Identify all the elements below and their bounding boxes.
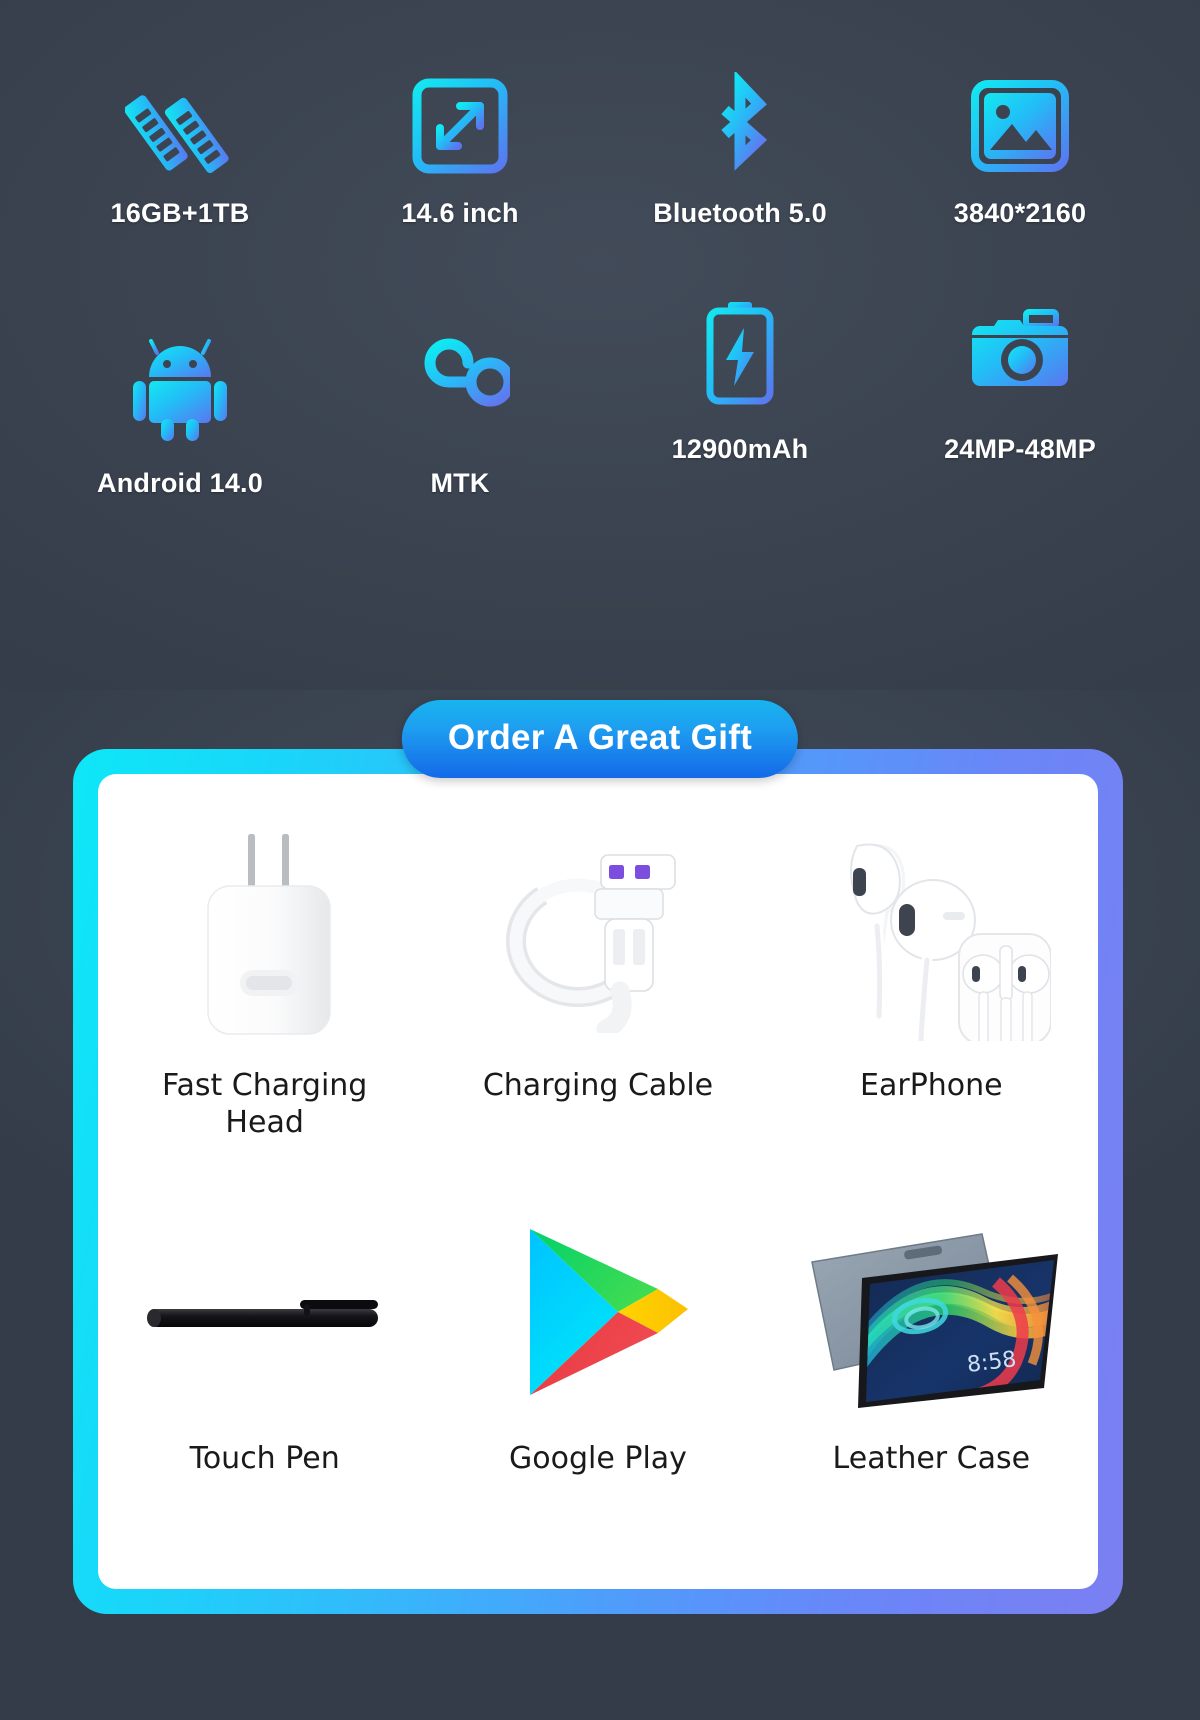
spec-label-storage: 16GB+1TB — [110, 198, 250, 228]
camera-icon — [966, 296, 1074, 408]
spec-label-os: Android 14.0 — [97, 468, 263, 498]
gift-label-google-play: Google Play — [509, 1441, 687, 1476]
gift-badge: Order A Great Gift — [401, 700, 799, 778]
spec-item-chipset: MTK — [320, 330, 600, 499]
spec-label-battery: 12900mAh — [671, 434, 809, 464]
stylus-pen-art — [98, 1204, 431, 1419]
screen-size-icon — [410, 70, 510, 182]
gift-label-charger: Fast Charging Head — [162, 1068, 367, 1141]
spec-row-2: Android 14.0 MTK 12900mAh 24MP-48MP — [40, 302, 1160, 499]
ram-memory-icon — [125, 70, 235, 182]
gift-label-cable: Charging Cable — [482, 1068, 714, 1103]
gift-row-2: Touch Pen Google Play 8:58 Leather Case — [98, 1204, 1098, 1478]
usb-cable-art — [431, 808, 764, 1058]
specifications-panel: 16GB+1TB 14.6 inch Bluetooth 5.0 3840*21… — [0, 0, 1200, 690]
charger-head-art — [98, 808, 431, 1058]
image-resolution-icon — [970, 70, 1070, 182]
earphone-art — [765, 808, 1098, 1058]
gift-row-1: Fast Charging Head Charging Cable EarPho… — [98, 808, 1098, 1141]
gift-card: Fast Charging Head Charging Cable EarPho… — [98, 774, 1098, 1589]
spec-label-bluetooth: Bluetooth 5.0 — [653, 198, 827, 228]
spec-label-camera: 24MP-48MP — [944, 434, 1096, 464]
gift-item-google-play: Google Play — [431, 1204, 764, 1478]
gift-item-charger: Fast Charging Head — [98, 808, 431, 1141]
spec-label-resolution: 3840*2160 — [953, 198, 1087, 228]
bluetooth-icon — [701, 70, 779, 182]
gift-item-stylus: Touch Pen — [98, 1204, 431, 1478]
gift-label-stylus: Touch Pen — [189, 1441, 340, 1476]
spec-item-resolution: 3840*2160 — [880, 70, 1160, 229]
google-play-art — [431, 1204, 764, 1419]
spec-label-chipset: MTK — [430, 468, 490, 498]
spec-item-camera: 24MP-48MP — [880, 309, 1160, 499]
mtk-chipset-icon — [410, 330, 510, 442]
gift-label-line1: Fast Charging — [161, 1068, 368, 1103]
gift-label-earphone: EarPhone — [860, 1068, 1003, 1103]
gift-card-border: Fast Charging Head Charging Cable EarPho… — [73, 749, 1123, 1614]
spec-row-1: 16GB+1TB 14.6 inch Bluetooth 5.0 3840*21… — [40, 70, 1160, 229]
gift-label-leather-case: Leather Case — [832, 1441, 1031, 1476]
spec-item-screen-size: 14.6 inch — [320, 70, 600, 229]
gift-section: Order A Great Gift Fast Charging Head Ch… — [0, 690, 1200, 1720]
gift-item-earphone: EarPhone — [765, 808, 1098, 1141]
spec-item-storage: 16GB+1TB — [40, 70, 320, 229]
battery-charging-icon — [702, 296, 778, 408]
spec-item-bluetooth: Bluetooth 5.0 — [600, 70, 880, 229]
spec-label-screen-size: 14.6 inch — [401, 198, 519, 228]
spec-item-battery: 12900mAh — [600, 302, 880, 499]
android-icon — [129, 330, 231, 442]
spec-item-os: Android 14.0 — [40, 330, 320, 499]
gift-item-cable: Charging Cable — [431, 808, 764, 1141]
gift-label-line2: Head — [225, 1104, 304, 1140]
tablet-case-art: 8:58 — [765, 1204, 1098, 1419]
gift-item-leather-case: 8:58 Leather Case — [765, 1204, 1098, 1478]
